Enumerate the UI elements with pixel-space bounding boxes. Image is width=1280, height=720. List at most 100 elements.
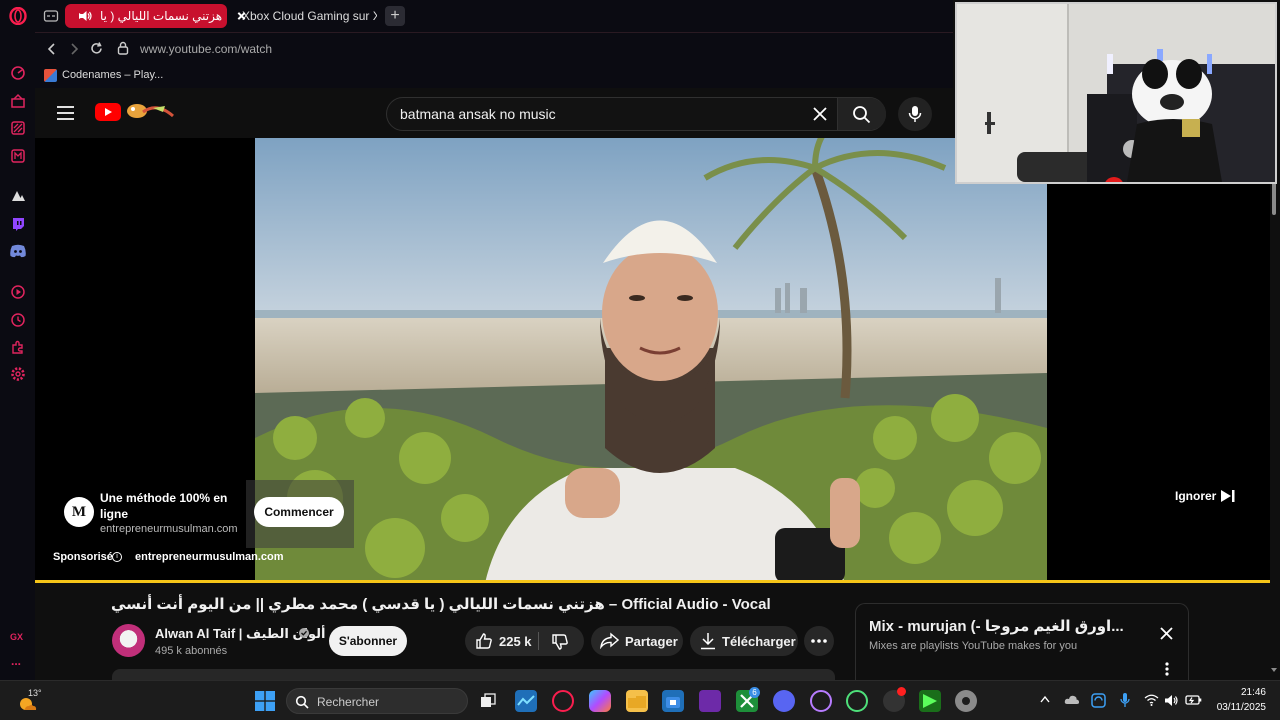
app-badge: 6 [749, 687, 760, 698]
aria-icon[interactable] [8, 91, 27, 110]
channel-avatar[interactable] [112, 624, 145, 657]
store-icon[interactable] [662, 690, 684, 712]
show-hidden-icons[interactable] [1040, 695, 1050, 703]
sync-icon[interactable] [1091, 693, 1106, 708]
twitch-icon[interactable] [8, 214, 27, 233]
sponsored-label: Sponsorisé [53, 551, 113, 563]
discord-icon[interactable] [8, 241, 27, 260]
skip-icon[interactable] [1220, 489, 1236, 503]
volume-icon[interactable] [1164, 694, 1179, 707]
tab-islands-icon[interactable] [43, 8, 59, 24]
gx-label[interactable]: GX [10, 632, 23, 642]
taskbar-search[interactable]: Rechercher [286, 688, 468, 714]
clock-time[interactable]: 21:46 [1226, 687, 1266, 698]
tab-youtube-active[interactable]: هزتني نسمات الليالي ( يا [65, 4, 227, 28]
opera-gx-taskbar-icon[interactable] [552, 690, 574, 712]
ad-info-icon[interactable]: i [112, 552, 122, 562]
discord-taskbar-icon[interactable] [773, 690, 795, 712]
widgets-icon[interactable] [515, 690, 537, 712]
more-icon[interactable]: ... [11, 654, 21, 668]
description-box[interactable] [112, 669, 835, 680]
video-player[interactable]: M Une méthode 100% en ligne entrepreneur… [35, 138, 1270, 583]
player-icon[interactable] [8, 282, 27, 301]
dislike-icon[interactable] [551, 633, 569, 651]
mic-tray-icon[interactable] [1120, 692, 1130, 708]
search-input[interactable]: batmana ansak no music [400, 106, 556, 122]
share-icon [600, 632, 619, 649]
mix-panel: Mix - murujan (- ‎اورق الغيم مروجا... Mi… [855, 603, 1189, 680]
video-title: هزتني نسمات الليالي ( يا قدسي ) محمد مطر… [111, 596, 771, 613]
opera-air-icon[interactable] [810, 690, 832, 712]
share-label: Partager [625, 634, 678, 649]
search-box[interactable]: batmana ansak no music [386, 97, 886, 131]
settings-taskbar-icon[interactable] [955, 690, 977, 712]
opera-logo-icon[interactable] [8, 6, 27, 25]
close-mix-icon[interactable] [1160, 627, 1173, 640]
file-explorer-icon[interactable] [626, 690, 648, 712]
clock-date[interactable]: 03/11/2025 [1206, 702, 1266, 713]
task-view-icon[interactable] [477, 690, 499, 712]
like-icon[interactable] [475, 632, 493, 650]
opera-green-icon[interactable] [846, 690, 868, 712]
video-frame[interactable] [255, 138, 1047, 583]
battery-icon[interactable] [1185, 694, 1202, 706]
download-button[interactable]: Télécharger [690, 626, 798, 656]
bookmarks-bar: Codenames – Play... [35, 64, 953, 88]
microphone-icon [908, 106, 922, 122]
advertiser-logo[interactable]: M [64, 497, 94, 527]
menu-icon[interactable] [57, 106, 74, 120]
gx-corner-icon[interactable] [8, 118, 27, 137]
extensions-icon[interactable] [8, 337, 27, 356]
scroll-down-icon[interactable] [1271, 668, 1277, 672]
video-info: هزتني نسمات الليالي ( يا قدسي ) محمد مطر… [35, 583, 1270, 680]
lock-icon[interactable] [117, 41, 129, 55]
history-icon[interactable] [8, 310, 27, 329]
game-app-icon[interactable] [919, 690, 941, 712]
forward-icon[interactable] [67, 42, 81, 56]
windows-start-icon[interactable] [255, 691, 275, 711]
voice-search-button[interactable] [898, 97, 932, 131]
skip-ad-button[interactable]: Ignorer [1175, 489, 1216, 503]
search-icon [295, 695, 309, 709]
ad-cta-button[interactable]: Commencer [254, 497, 344, 527]
tab-title: Xbox Cloud Gaming sur X [242, 9, 377, 23]
cloud-icon[interactable] [1064, 694, 1080, 705]
video-scene-image [255, 138, 1047, 583]
proton-icon[interactable] [699, 690, 721, 712]
new-tab-button[interactable]: + [385, 6, 405, 26]
bookmark-codenames[interactable]: Codenames – Play... [62, 69, 163, 81]
sponsored-domain[interactable]: entrepreneurmusulman.com [135, 551, 284, 563]
subscribe-button[interactable]: S'abonner [329, 626, 407, 656]
url-field[interactable]: www.youtube.com/watch [140, 42, 272, 56]
download-icon [700, 632, 716, 650]
like-count[interactable]: 225 k [499, 634, 532, 649]
clear-search-icon[interactable] [813, 107, 827, 121]
opera-sidebar: GX ... [0, 0, 35, 680]
tab-bar: هزتني نسمات الليالي ( يا Xbox Cloud Gami… [35, 0, 953, 32]
youtube-logo-icon[interactable] [95, 103, 121, 121]
tab-xbox[interactable]: Xbox Cloud Gaming sur X [227, 4, 377, 28]
back-icon[interactable] [45, 42, 59, 56]
mix-title[interactable]: Mix - murujan (- ‎اورق الغيم مروجا... [869, 617, 1134, 635]
windows-taskbar: 13° Rechercher 6 21:46 03/11/2025 [0, 680, 1280, 720]
share-button[interactable]: Partager [591, 626, 683, 656]
download-label: Télécharger [722, 634, 796, 649]
weather-icon[interactable] [19, 696, 37, 712]
search-button[interactable] [837, 98, 886, 130]
doodle-logo-icon[interactable] [123, 100, 175, 122]
verified-icon [299, 628, 309, 638]
reload-icon[interactable] [89, 41, 104, 56]
ad-title[interactable]: Une méthode 100% en ligne [100, 490, 240, 522]
mix-menu-icon[interactable] [1165, 662, 1169, 676]
copilot-icon[interactable] [589, 690, 611, 712]
ai-icon[interactable] [8, 186, 27, 205]
messenger-icon[interactable] [8, 146, 27, 165]
obs-icon[interactable] [883, 687, 906, 712]
speed-dial-icon[interactable] [8, 63, 27, 82]
wifi-icon[interactable] [1144, 694, 1159, 706]
ad-domain[interactable]: entrepreneurmusulman.com [100, 523, 238, 535]
settings-icon[interactable] [8, 364, 27, 383]
subscriber-count: 495 k abonnés [155, 645, 228, 657]
weather-temp[interactable]: 13° [28, 688, 42, 698]
more-actions-button[interactable] [804, 626, 834, 656]
